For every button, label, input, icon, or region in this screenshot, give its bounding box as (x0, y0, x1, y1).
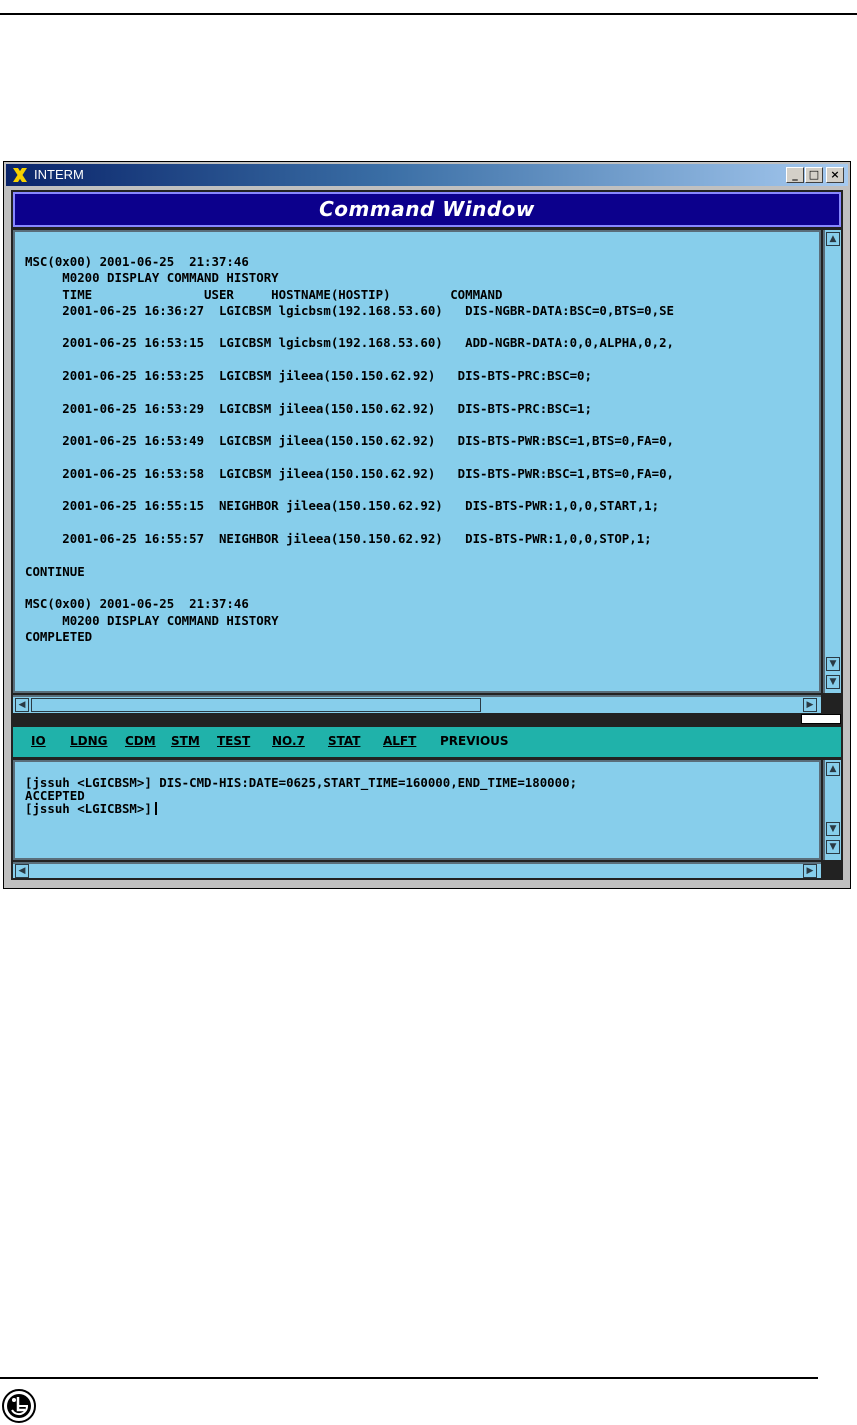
output-line: TIME USER HOSTNAME(HOSTIP) COMMAND (25, 286, 503, 302)
scroll-left-arrow-icon[interactable]: ◀ (15, 698, 29, 712)
close-button[interactable]: × (826, 167, 844, 183)
command-menu-bar: IO LDNG CDM STM TEST NO.7 STAT ALFT PREV… (13, 727, 841, 757)
menu-item-ldng[interactable]: LDNG (70, 734, 108, 748)
output-line: 2001-06-25 16:53:15 LGICBSM lgicbsm(192.… (25, 335, 675, 351)
output-vertical-scrollbar[interactable]: ▲ ▼ ▼ (823, 230, 841, 693)
output-line: M0200 DISPLAY COMMAND HISTORY (25, 270, 279, 286)
scroll-down-arrow-icon[interactable]: ▼ (826, 822, 840, 836)
output-line: 2001-06-25 16:55:57 NEIGHBOR jileea(150.… (25, 531, 652, 547)
output-area[interactable]: MSC(0x00) 2001-06-25 21:37:46 M0200 DISP… (13, 230, 821, 693)
output-horizontal-scrollbar[interactable]: ◀ ▶ (13, 695, 821, 713)
menu-item-io[interactable]: IO (31, 734, 46, 748)
output-line: M0200 DISPLAY COMMAND HISTORY (25, 612, 279, 628)
menu-item-stat[interactable]: STAT (328, 734, 360, 748)
input-vertical-scrollbar[interactable]: ▲ ▼ ▼ (823, 760, 841, 860)
command-input-area[interactable]: [jssuh <LGICBSM>] DIS-CMD-HIS:DATE=0625,… (13, 760, 821, 860)
scroll-up-arrow-icon[interactable]: ▲ (826, 762, 840, 776)
output-text: MSC(0x00) 2001-06-25 21:37:46 M0200 DISP… (25, 254, 674, 645)
horizontal-scroll-thumb[interactable] (31, 698, 481, 712)
output-line: 2001-06-25 16:55:15 NEIGHBOR jileea(150.… (25, 498, 660, 514)
scroll-right-arrow-icon[interactable]: ▶ (803, 864, 817, 878)
output-line: MSC(0x00) 2001-06-25 21:37:46 (25, 596, 249, 612)
input-horizontal-scrollbar[interactable]: ◀ ▶ (13, 862, 821, 878)
input-prompt: [jssuh <LGICBSM>] (25, 801, 152, 816)
resize-handle[interactable] (801, 714, 841, 724)
interm-window: INTERM _ □ × Command Window MSC(0x00) 20… (3, 161, 851, 889)
output-line: 2001-06-25 16:53:29 LGICBSM jileea(150.1… (25, 400, 592, 416)
scroll-down-arrow-icon[interactable]: ▼ (826, 675, 840, 689)
output-line: 2001-06-25 16:53:25 LGICBSM jileea(150.1… (25, 368, 592, 384)
menu-item-alft[interactable]: ALFT (383, 734, 416, 748)
terminal-frame: Command Window MSC(0x00) 2001-06-25 21:3… (11, 190, 843, 880)
output-line: CONTINUE (25, 563, 85, 579)
window-title: INTERM (34, 167, 84, 182)
output-line: 2001-06-25 16:53:49 LGICBSM jileea(150.1… (25, 433, 675, 449)
menu-item-cdm[interactable]: CDM (125, 734, 156, 748)
input-text: [jssuh <LGICBSM>] DIS-CMD-HIS:DATE=0625,… (25, 776, 577, 815)
lg-logo-icon (2, 1389, 36, 1423)
scroll-down-arrow-icon[interactable]: ▼ (826, 657, 840, 671)
menu-item-previous[interactable]: PREVIOUS (440, 734, 509, 748)
scroll-up-arrow-icon[interactable]: ▲ (826, 232, 840, 246)
output-line: 2001-06-25 16:53:58 LGICBSM jileea(150.1… (25, 465, 675, 481)
menu-item-test[interactable]: TEST (217, 734, 250, 748)
command-window-title: Command Window (319, 197, 535, 221)
text-cursor (154, 802, 157, 815)
menu-item-stm[interactable]: STM (171, 734, 200, 748)
maximize-button[interactable]: □ (805, 167, 823, 183)
command-window-header: Command Window (13, 192, 841, 227)
menu-item-no7[interactable]: NO.7 (272, 734, 305, 748)
scroll-down-arrow-icon[interactable]: ▼ (826, 840, 840, 854)
output-line: MSC(0x00) 2001-06-25 21:37:46 (25, 254, 249, 269)
output-line: 2001-06-25 16:36:27 LGICBSM lgicbsm(192.… (25, 302, 675, 318)
title-bar[interactable]: INTERM _ □ × (6, 164, 848, 186)
page-bottom-rule (0, 1377, 818, 1379)
minimize-button[interactable]: _ (786, 167, 804, 183)
scroll-left-arrow-icon[interactable]: ◀ (15, 864, 29, 878)
scroll-right-arrow-icon[interactable]: ▶ (803, 698, 817, 712)
output-line: COMPLETED (25, 628, 93, 644)
page-top-rule (0, 13, 857, 15)
input-line: [jssuh <LGICBSM>] DIS-CMD-HIS:DATE=0625,… (25, 775, 578, 790)
x-logo-icon (13, 168, 27, 182)
